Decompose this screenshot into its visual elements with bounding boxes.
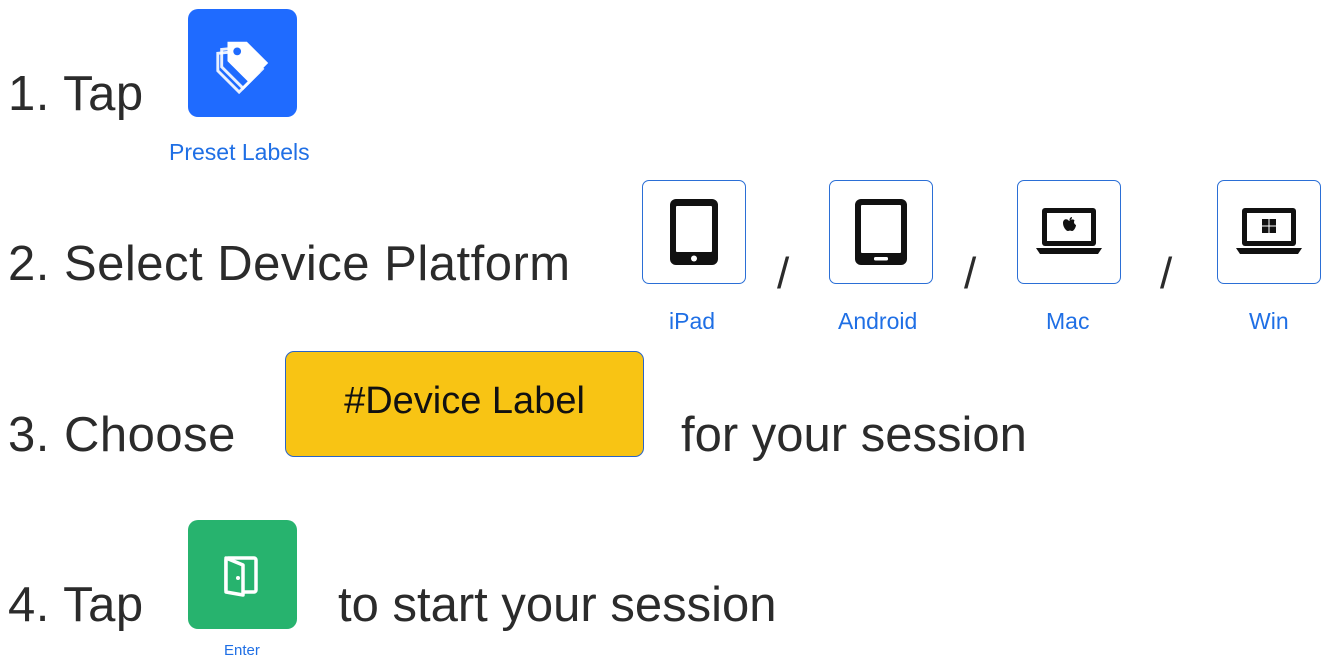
platform-android-button[interactable] [829, 180, 933, 284]
apple-laptop-icon [1036, 208, 1102, 254]
separator-3: / [1160, 249, 1173, 298]
platform-android-label: Android [838, 308, 918, 334]
separator-2: / [964, 249, 977, 298]
platform-ipad-button[interactable] [642, 180, 746, 284]
tablet-icon [670, 199, 718, 265]
step-3-text: 3. Choose [8, 408, 236, 462]
preset-labels-button[interactable] [188, 9, 297, 117]
enter-caption: Enter [224, 642, 260, 659]
step-2-text: 2. Select Device Platform [8, 237, 571, 291]
platform-win-label: Win [1249, 308, 1289, 334]
platform-ipad-label: iPad [669, 308, 716, 334]
separator-1: / [777, 249, 790, 298]
preset-labels-caption: Preset Labels [169, 139, 310, 165]
android-tablet-icon [855, 199, 907, 265]
step-1-text: 1. Tap [8, 67, 144, 121]
enter-button[interactable] [188, 520, 297, 629]
platform-mac-button[interactable] [1017, 180, 1121, 284]
device-label-button[interactable]: #Device Label [285, 351, 644, 457]
platform-mac-label: Mac [1046, 308, 1090, 334]
door-enter-icon [223, 555, 258, 597]
step-3-suffix: for your session [681, 408, 1027, 462]
step-4-text: 4. Tap [8, 578, 144, 632]
windows-laptop-icon [1236, 208, 1302, 254]
tag-icon [215, 41, 268, 94]
step-4-suffix: to start your session [338, 578, 777, 632]
platform-win-button[interactable] [1217, 180, 1321, 284]
